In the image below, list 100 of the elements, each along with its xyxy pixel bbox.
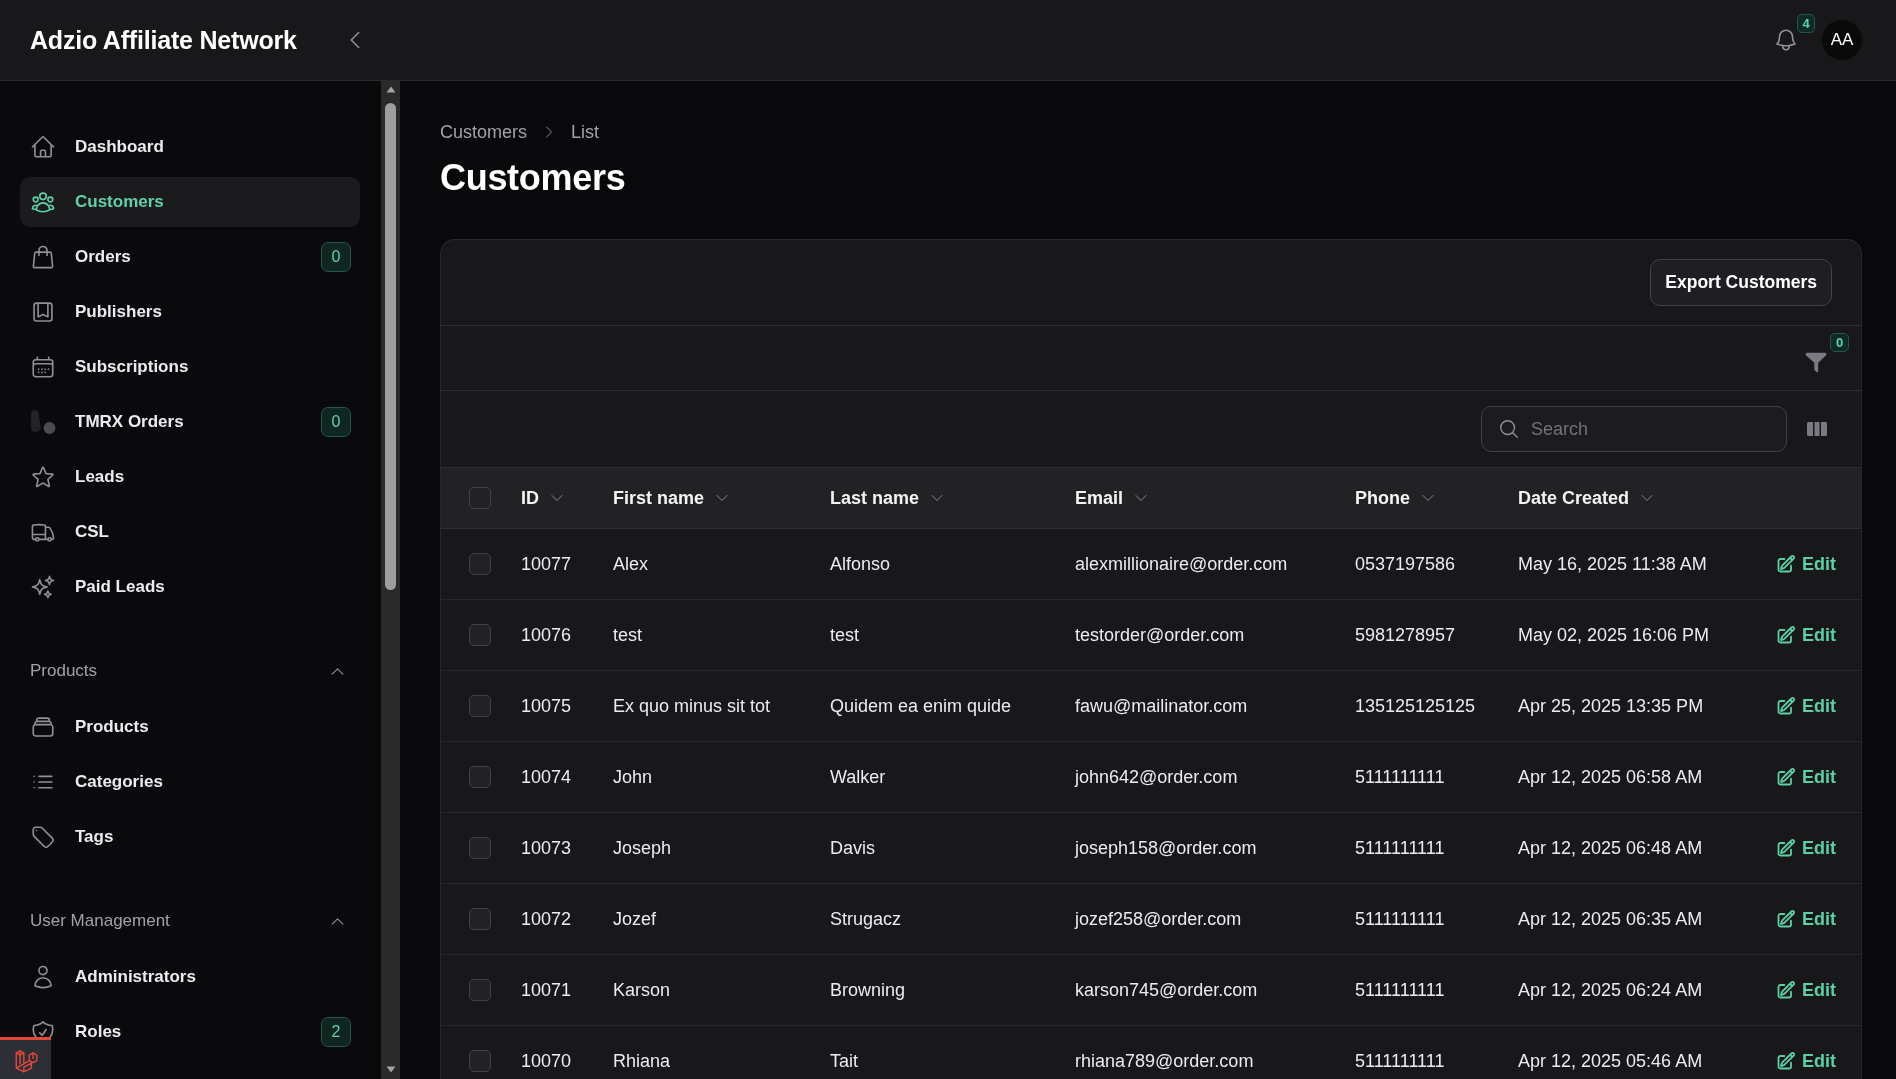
nav-item[interactable]: Customers xyxy=(20,177,360,227)
edit-link[interactable]: Edit xyxy=(1776,837,1836,859)
nav-item[interactable]: Orders 0 xyxy=(20,232,360,282)
table-cell: joseph158@order.com xyxy=(1075,837,1257,859)
table-cell: 5111111111 xyxy=(1355,1050,1445,1072)
table-cell: Strugacz xyxy=(830,908,902,930)
edit-link[interactable]: Edit xyxy=(1776,908,1836,930)
nav-item[interactable]: Publishers xyxy=(20,287,360,337)
filter-count-badge: 0 xyxy=(1830,333,1849,352)
nav-item[interactable]: TMRX Orders 0 xyxy=(20,397,360,447)
edit-icon xyxy=(1776,838,1796,858)
edit-link[interactable]: Edit xyxy=(1776,979,1836,1001)
table-cell: 5111111111 xyxy=(1355,908,1445,930)
star-icon xyxy=(30,464,56,490)
tag-icon xyxy=(30,824,56,850)
table-cell: alexmillionaire@order.com xyxy=(1075,553,1288,575)
nav-item[interactable]: Tags xyxy=(20,812,360,862)
avatar[interactable]: AA xyxy=(1822,20,1862,60)
bookmark-icon xyxy=(30,299,56,325)
table-cell: 10073 xyxy=(521,837,572,859)
table-cell: 135125125125 xyxy=(1355,695,1476,717)
table-cell: Walker xyxy=(830,766,886,788)
edit-icon xyxy=(1776,625,1796,645)
table-cell: testorder@order.com xyxy=(1075,624,1245,646)
nav-item[interactable]: Categories xyxy=(20,757,360,807)
nav-item[interactable]: Administrators xyxy=(20,952,360,1002)
table-cell: Rhiana xyxy=(613,1050,671,1072)
table-cell: Ex quo minus sit tot xyxy=(613,695,771,717)
nav-item[interactable]: Subscriptions xyxy=(20,342,360,392)
table-cell: 10070 xyxy=(521,1050,572,1072)
count-badge: 0 xyxy=(321,407,351,437)
table-cell: 10075 xyxy=(521,695,572,717)
scrollbar-thumb[interactable] xyxy=(385,103,396,590)
table-cell: 5111111111 xyxy=(1355,766,1445,788)
breadcrumb-link[interactable]: Customers xyxy=(440,121,528,143)
table-cell: 10076 xyxy=(521,624,572,646)
debugbar-button[interactable] xyxy=(0,1037,51,1079)
checkbox[interactable] xyxy=(469,624,491,646)
table-cell: May 16, 2025 11:38 AM xyxy=(1518,553,1707,575)
edit-link[interactable]: Edit xyxy=(1776,624,1836,646)
column-header[interactable]: First name xyxy=(613,487,731,509)
calendar-icon xyxy=(30,354,56,380)
table-cell: Jozef xyxy=(613,908,657,930)
nav-item[interactable]: CSL xyxy=(20,507,360,557)
table-cell: Apr 12, 2025 05:46 AM xyxy=(1518,1050,1703,1072)
checkbox[interactable] xyxy=(469,908,491,930)
nav-item[interactable]: Dashboard xyxy=(20,122,360,172)
edit-link[interactable]: Edit xyxy=(1776,766,1836,788)
group-toggle[interactable]: Products xyxy=(20,656,360,686)
column-header[interactable]: Date Created xyxy=(1518,487,1656,509)
edit-link[interactable]: Edit xyxy=(1776,1050,1836,1072)
nav-item[interactable]: Paid Leads xyxy=(20,562,360,612)
search-field[interactable]: Search xyxy=(1481,406,1787,452)
table-cell: Karson xyxy=(613,979,671,1001)
edit-icon xyxy=(1776,767,1796,787)
table-cell: 10072 xyxy=(521,908,572,930)
table-cell: test xyxy=(830,624,859,646)
sparkles-icon xyxy=(30,574,56,600)
column-header[interactable]: ID xyxy=(521,487,565,509)
edit-icon xyxy=(1776,909,1796,929)
column-header[interactable]: Email xyxy=(1075,487,1150,509)
table-cell: 5111111111 xyxy=(1355,837,1445,859)
table-cell: Alex xyxy=(613,553,648,575)
table-cell: fawu@mailinator.com xyxy=(1075,695,1248,717)
column-header[interactable]: Last name xyxy=(830,487,946,509)
nav-item[interactable]: Leads xyxy=(20,452,360,502)
table-cell: Apr 12, 2025 06:48 AM xyxy=(1518,837,1703,859)
table-cell: jozef258@order.com xyxy=(1075,908,1242,930)
checkbox[interactable] xyxy=(469,979,491,1001)
checkbox[interactable] xyxy=(469,487,491,509)
table-cell: Quidem ea enim quide xyxy=(830,695,1012,717)
checkbox[interactable] xyxy=(469,837,491,859)
notification-count-badge: 4 xyxy=(1797,14,1815,33)
table-cell: Apr 12, 2025 06:24 AM xyxy=(1518,979,1703,1001)
search-icon xyxy=(1498,418,1520,440)
shapes-icon xyxy=(30,409,56,435)
people-icon xyxy=(30,189,56,215)
scrollbar-track[interactable] xyxy=(381,81,400,1079)
table-cell: Davis xyxy=(830,837,875,859)
table-cell: Browning xyxy=(830,979,906,1001)
group-toggle[interactable]: User Management xyxy=(20,906,360,936)
table-cell: May 02, 2025 16:06 PM xyxy=(1518,624,1710,646)
checkbox[interactable] xyxy=(469,695,491,717)
breadcrumb-current: List xyxy=(571,121,600,143)
nav-item[interactable]: Products xyxy=(20,702,360,752)
edit-icon xyxy=(1776,696,1796,716)
checkbox[interactable] xyxy=(469,553,491,575)
table-cell: 10074 xyxy=(521,766,572,788)
home-icon xyxy=(30,134,56,160)
column-header[interactable]: Phone xyxy=(1355,487,1436,509)
checkbox[interactable] xyxy=(469,766,491,788)
edit-icon xyxy=(1776,554,1796,574)
table-cell: rhiana789@order.com xyxy=(1075,1050,1254,1072)
edit-link[interactable]: Edit xyxy=(1776,695,1836,717)
export-button[interactable]: Export Customers xyxy=(1650,259,1832,306)
table-cell: karson745@order.com xyxy=(1075,979,1258,1001)
bell-icon[interactable] xyxy=(1773,27,1799,53)
shopping-bag-icon xyxy=(30,244,56,270)
edit-link[interactable]: Edit xyxy=(1776,553,1836,575)
checkbox[interactable] xyxy=(469,1050,491,1072)
